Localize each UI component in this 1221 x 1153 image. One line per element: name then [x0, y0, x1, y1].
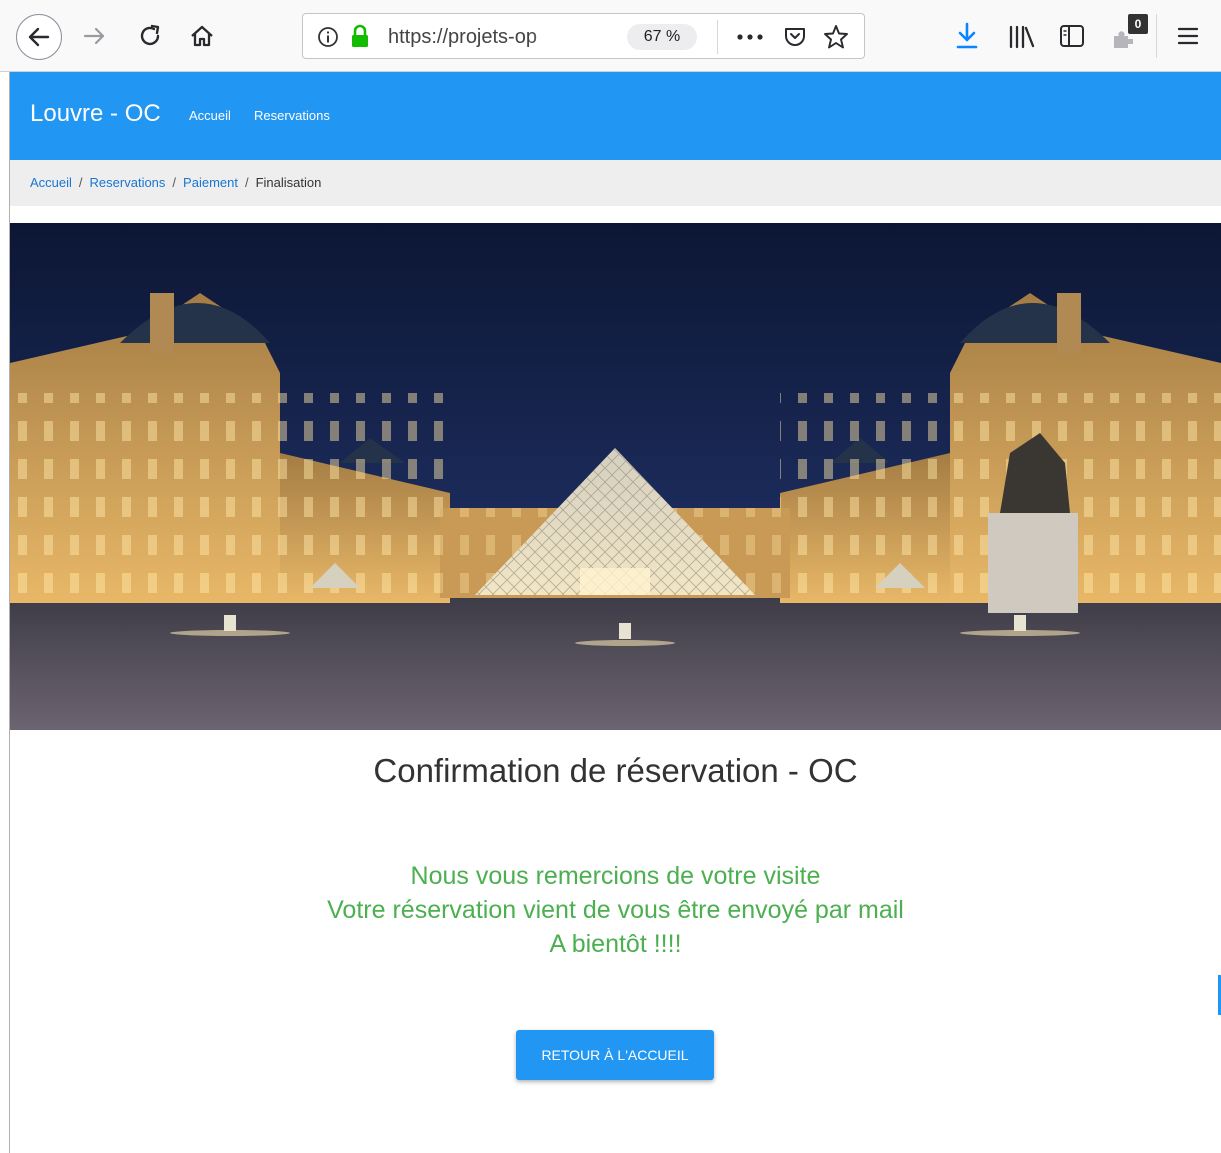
zoom-level-badge[interactable]: 67 % — [627, 24, 697, 50]
breadcrumb-separator: / — [172, 175, 177, 190]
lock-icon[interactable] — [349, 23, 371, 49]
page-actions-icon[interactable] — [736, 33, 764, 41]
nav-link-accueil[interactable]: Accueil — [189, 108, 231, 123]
back-to-home-button[interactable]: RETOUR À L'ACCUEIL — [516, 1030, 714, 1080]
reload-icon — [140, 24, 160, 46]
reload-button[interactable] — [136, 22, 164, 50]
breadcrumb-current: Finalisation — [255, 175, 322, 190]
sidebar-icon[interactable] — [1059, 24, 1085, 48]
extension-badge-count: 0 — [1128, 14, 1148, 34]
nav-link-reservations[interactable]: Reservations — [254, 108, 330, 123]
breadcrumb-paiement[interactable]: Paiement — [183, 175, 238, 190]
pocket-icon[interactable] — [783, 25, 807, 49]
breadcrumb-accueil[interactable]: Accueil — [30, 175, 72, 190]
breadcrumb-separator: / — [78, 175, 83, 190]
brand-logo[interactable]: Louvre - OC — [30, 100, 161, 128]
arrow-left-icon — [28, 27, 50, 47]
confirmation-message-thanks: Nous vous remercions de votre visite — [410, 862, 821, 890]
back-button[interactable] — [16, 14, 62, 60]
download-icon[interactable] — [955, 22, 979, 50]
arrow-right-icon — [83, 27, 105, 45]
confirmation-message-mail: Votre réservation vient de vous être env… — [327, 896, 904, 924]
page-title: Confirmation de réservation - OC — [373, 752, 858, 789]
home-button[interactable] — [188, 22, 216, 50]
hamburger-menu-icon[interactable] — [1177, 26, 1199, 46]
url-bar[interactable]: https://projets-op 67 % — [302, 13, 865, 59]
hero-image — [10, 223, 1221, 730]
url-divider — [717, 20, 718, 54]
site-navbar: Louvre - OC Accueil Reservations — [10, 72, 1221, 160]
toolbar-divider — [1156, 14, 1157, 58]
home-icon — [191, 25, 213, 47]
breadcrumb-separator: / — [244, 175, 249, 190]
confirmation-message-bye: A bientôt !!!! — [549, 930, 682, 958]
breadcrumb-reservations[interactable]: Reservations — [90, 175, 166, 190]
library-icon[interactable] — [1008, 25, 1036, 49]
url-fade — [531, 20, 571, 52]
forward-button[interactable] — [80, 22, 110, 50]
browser-toolbar: https://projets-op 67 % 0 — [0, 0, 1221, 72]
breadcrumb: Accueil / Reservations / Paiement / Finalisati… — [10, 160, 1221, 206]
bookmark-star-icon[interactable] — [823, 24, 849, 50]
louvre-pyramid-night-photo — [10, 223, 1221, 730]
info-icon[interactable] — [317, 26, 339, 48]
